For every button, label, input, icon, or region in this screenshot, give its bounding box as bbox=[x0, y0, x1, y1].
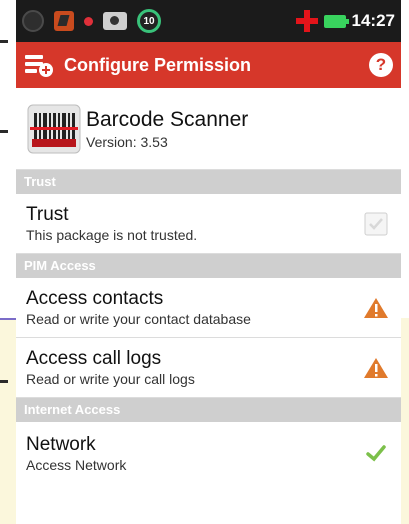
warning-icon[interactable] bbox=[363, 296, 389, 320]
section-header-trust: Trust bbox=[16, 170, 401, 194]
configure-permission-icon bbox=[25, 55, 53, 77]
warning-icon[interactable] bbox=[363, 356, 389, 380]
phone-screen: 10 14:27 Configure Permission ? Barcode … bbox=[16, 0, 401, 524]
permission-row-network[interactable]: Network Access Network bbox=[16, 422, 401, 484]
red-dot-icon bbox=[84, 16, 93, 26]
call-logs-indicator bbox=[361, 356, 391, 380]
right-background-highlight bbox=[401, 318, 409, 524]
left-marker bbox=[0, 130, 8, 133]
row-title: Network bbox=[26, 433, 96, 455]
app-version: Version: 3.53 bbox=[86, 133, 168, 150]
trust-row[interactable]: Trust This package is not trusted. bbox=[16, 194, 401, 254]
system-icons: 14:27 bbox=[295, 10, 395, 32]
usb-icon bbox=[22, 10, 44, 32]
permission-row-contacts[interactable]: Access contacts Read or write your conta… bbox=[16, 278, 401, 338]
status-time: 14:27 bbox=[351, 11, 395, 30]
network-indicator bbox=[361, 441, 391, 465]
app-notification-icon bbox=[54, 11, 74, 31]
row-title: Access contacts bbox=[26, 288, 164, 309]
section-header-pim: PIM Access bbox=[16, 254, 401, 278]
status-bar: 10 14:27 bbox=[16, 0, 401, 42]
permission-row-call-logs[interactable]: Access call logs Read or write your call… bbox=[16, 338, 401, 398]
section-header-internet: Internet Access bbox=[16, 398, 401, 422]
check-icon[interactable] bbox=[364, 441, 388, 465]
row-title: Trust bbox=[26, 204, 69, 225]
call-logs-text: Access call logs Read or write your call… bbox=[26, 348, 361, 387]
battery-icon bbox=[323, 14, 349, 28]
help-icon[interactable]: ? bbox=[369, 53, 393, 77]
notification-icons: 10 bbox=[22, 9, 296, 33]
app-info: Barcode Scanner Version: 3.53 bbox=[86, 108, 248, 150]
trust-checkbox[interactable] bbox=[364, 212, 388, 236]
trust-indicator bbox=[361, 212, 391, 236]
contacts-text: Access contacts Read or write your conta… bbox=[26, 288, 361, 327]
left-marker bbox=[0, 380, 8, 383]
left-highlight-border bbox=[0, 318, 16, 320]
row-title: Access call logs bbox=[26, 348, 162, 369]
network-text: Network Access Network bbox=[26, 434, 361, 473]
app-header: Barcode Scanner Version: 3.53 bbox=[16, 88, 401, 170]
barcode-icon bbox=[27, 104, 81, 153]
row-subtitle: This package is not trusted. bbox=[26, 227, 198, 243]
red-cross-icon bbox=[295, 10, 318, 32]
counter-badge-icon: 10 bbox=[137, 9, 161, 33]
contacts-indicator bbox=[361, 296, 391, 320]
row-subtitle: Access Network bbox=[26, 456, 127, 473]
left-background-highlight bbox=[0, 318, 16, 524]
page-title: Configure Permission bbox=[64, 54, 252, 75]
trust-text: Trust This package is not trusted. bbox=[26, 204, 361, 243]
app-name: Barcode Scanner bbox=[86, 107, 249, 131]
action-bar: Configure Permission ? bbox=[16, 42, 401, 88]
row-subtitle: Read or write your call logs bbox=[26, 371, 195, 387]
row-subtitle: Read or write your contact database bbox=[26, 311, 251, 327]
left-marker bbox=[0, 40, 8, 43]
camera-icon bbox=[103, 12, 127, 30]
